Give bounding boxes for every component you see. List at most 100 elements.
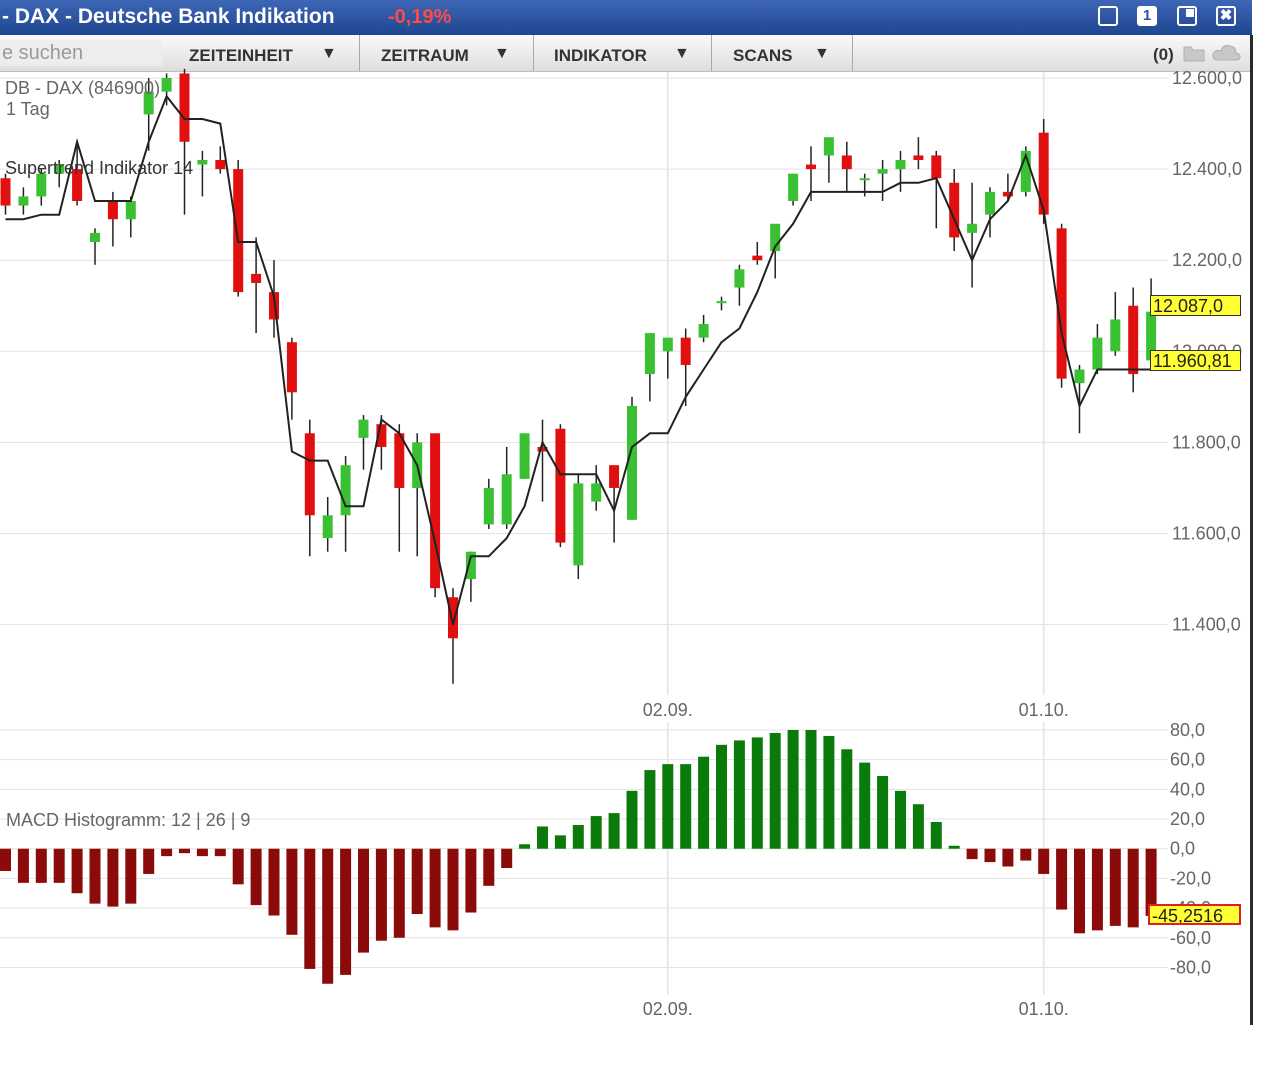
candle-body: [842, 155, 852, 169]
candle: [520, 433, 530, 479]
macd-bar: [412, 849, 423, 914]
macd-bar: [841, 749, 852, 848]
macd-bar: [286, 849, 297, 935]
candle-body: [734, 269, 744, 287]
macd-bar: [54, 849, 65, 883]
macd-bar: [430, 849, 441, 928]
macd-bars: [0, 730, 1157, 984]
candle: [484, 479, 494, 529]
macd-bar: [716, 745, 727, 849]
macd-bar: [788, 730, 799, 849]
candle: [555, 424, 565, 547]
macd-bar: [72, 849, 83, 894]
macd-bar: [877, 776, 888, 849]
macd-bar: [519, 844, 530, 848]
macd-bar: [1092, 849, 1103, 931]
macd-bar: [143, 849, 154, 874]
macd-bar: [752, 737, 763, 848]
candle-body: [1128, 306, 1138, 374]
candle: [305, 420, 315, 557]
macd-bar: [537, 826, 548, 848]
macd-bar: [465, 849, 476, 913]
y-tick-label: -20,0: [1170, 868, 1211, 888]
candle-body: [520, 433, 530, 479]
candle: [681, 329, 691, 406]
candle: [931, 151, 941, 228]
candle-body: [555, 429, 565, 543]
macd-bar: [1002, 849, 1013, 867]
candle: [663, 338, 673, 379]
candle: [788, 174, 798, 206]
candle: [860, 174, 870, 197]
candle: [985, 187, 995, 237]
candle: [1092, 324, 1102, 374]
macd-bar: [215, 849, 226, 856]
candle: [180, 69, 190, 215]
macd-bar: [967, 849, 978, 859]
candle-body: [931, 155, 941, 178]
candle: [878, 160, 888, 201]
macd-bar: [36, 849, 47, 883]
candle-body: [502, 474, 512, 524]
candle-body: [359, 420, 369, 438]
macd-bar: [125, 849, 136, 904]
candle: [699, 315, 709, 342]
price-x-labels: 02.09.01.10.: [643, 700, 1069, 720]
macd-bar: [197, 849, 208, 856]
macd-bar: [591, 816, 602, 849]
candle-body: [1, 178, 11, 205]
candle-body: [878, 169, 888, 174]
candle-body: [824, 137, 834, 155]
y-tick-label: 12.200,0: [1172, 250, 1242, 270]
instrument-label: DB - DAX (846900): [5, 78, 160, 99]
candle: [538, 420, 548, 502]
candle: [573, 474, 583, 579]
indicator-label: Supertrend Indikator 14: [5, 158, 193, 179]
macd-bar: [859, 763, 870, 849]
macd-bar: [179, 849, 190, 853]
candle-body: [913, 155, 923, 160]
candle-body: [1092, 338, 1102, 370]
y-tick-label: -60,0: [1170, 928, 1211, 948]
candle-body: [448, 597, 458, 638]
macd-bar: [895, 791, 906, 849]
candle: [967, 183, 977, 288]
macd-bar: [913, 804, 924, 849]
interval-label: 1 Tag: [6, 99, 50, 120]
candle: [752, 242, 762, 265]
candle-body: [645, 333, 655, 374]
y-tick-label: 60,0: [1170, 750, 1205, 770]
candle-body: [215, 160, 225, 169]
macd-bar: [627, 791, 638, 849]
macd-bar: [644, 770, 655, 849]
candle-body: [573, 483, 583, 565]
candle: [1003, 174, 1013, 201]
candle-body: [18, 196, 28, 205]
candle-body: [287, 342, 297, 392]
candle-body: [180, 73, 190, 141]
candle-body: [341, 465, 351, 515]
candle-body: [90, 233, 100, 242]
candle-body: [162, 78, 172, 92]
candle-body: [717, 301, 727, 303]
candle: [287, 338, 297, 420]
macd-bar: [18, 849, 29, 883]
candle: [645, 333, 655, 401]
candle-body: [681, 338, 691, 365]
macd-bar: [501, 849, 512, 868]
candle: [1, 174, 11, 215]
y-tick-label: -80,0: [1170, 957, 1211, 977]
macd-bar: [985, 849, 996, 862]
macd-bar: [823, 736, 834, 849]
candle: [126, 196, 136, 237]
y-tick-label: 11.800,0: [1172, 432, 1241, 452]
macd-bar: [322, 849, 333, 984]
candle: [323, 497, 333, 552]
candle-body: [108, 201, 118, 219]
macd-bar: [609, 813, 620, 849]
candle-body: [663, 338, 673, 352]
candle: [896, 151, 906, 192]
macd-bar: [304, 849, 315, 969]
macd-bar: [1128, 849, 1139, 928]
candle-body: [126, 201, 136, 219]
